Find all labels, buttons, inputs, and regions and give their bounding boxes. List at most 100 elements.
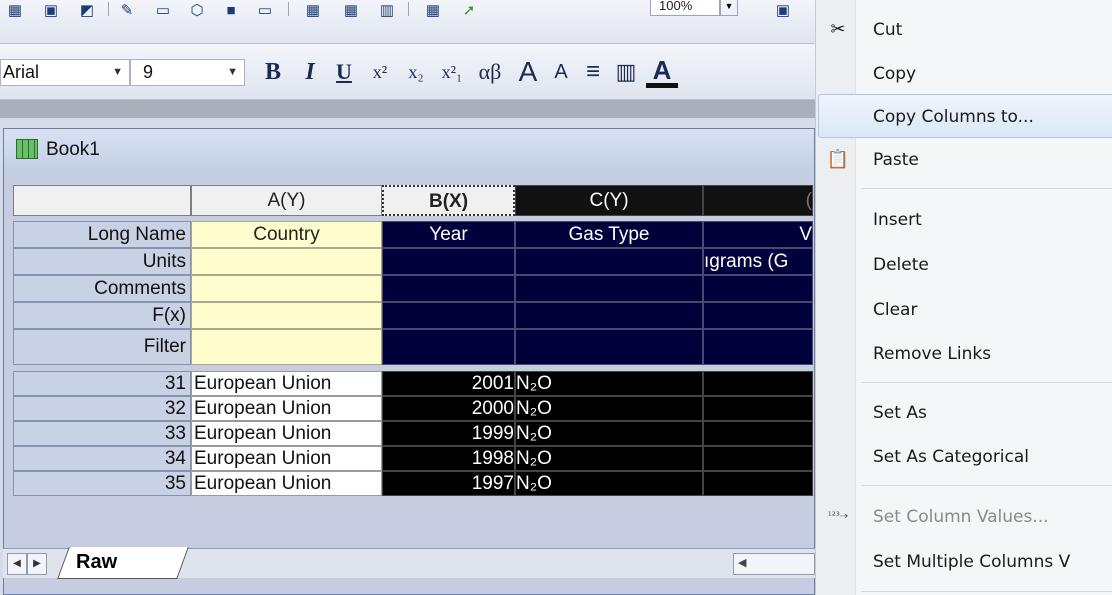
column-header-b[interactable]: B(X) [382, 185, 515, 216]
row-label-long-name[interactable]: Long Name [13, 221, 191, 248]
greek-button[interactable]: αβ [472, 58, 508, 86]
chevron-down-icon[interactable]: ▼ [227, 60, 238, 85]
table-cell-year[interactable]: 2001 [382, 371, 515, 396]
corner-header[interactable] [13, 185, 191, 216]
menu-item-copy[interactable]: Copy [816, 52, 1112, 96]
menu-item-remove-links[interactable]: Remove Links [816, 332, 1112, 376]
superscript-button[interactable]: x² [364, 58, 396, 86]
menu-item-insert[interactable]: Insert [816, 198, 1112, 242]
import-icon[interactable]: ▦ [2, 0, 28, 20]
chevron-down-icon[interactable]: ▼ [112, 60, 123, 85]
filter-cell-d[interactable] [703, 329, 813, 365]
subscript-button[interactable]: x₂ [400, 58, 432, 86]
long-name-cell-b[interactable]: Year [382, 221, 515, 248]
column-header-d[interactable]: ( [703, 185, 813, 216]
menu-item-paste[interactable]: 📋 Paste [816, 138, 1112, 182]
row-number[interactable]: 34 [13, 446, 191, 471]
scroll-left-icon[interactable]: ◀ [7, 553, 27, 575]
zoom-combobox[interactable]: 100% [650, 0, 720, 16]
add-rows-icon[interactable]: ▦ [300, 0, 326, 20]
underline-button[interactable]: U [330, 58, 358, 86]
table-cell-gas-type[interactable]: N₂O [515, 421, 703, 446]
long-name-cell-c[interactable]: Gas Type [515, 221, 703, 248]
export-icon[interactable]: ▣ [38, 0, 64, 20]
filter-cell-b[interactable] [382, 329, 515, 365]
decrease-font-button[interactable]: A [548, 58, 574, 86]
row-label-fx[interactable]: F(x) [13, 302, 191, 329]
comments-cell-b[interactable] [382, 275, 515, 302]
row-label-comments[interactable]: Comments [13, 275, 191, 302]
table-cell-year[interactable]: 1997 [382, 471, 515, 496]
workbook-titlebar[interactable]: Book1 [4, 129, 814, 173]
arrow-icon[interactable]: ➚ [456, 0, 482, 20]
table-cell-value[interactable] [703, 396, 813, 421]
supersubscript-button[interactable]: x²₁ [436, 58, 468, 86]
italic-button[interactable]: I [296, 58, 324, 86]
comments-cell-a[interactable] [191, 275, 382, 302]
sheet-icon[interactable]: ▦ [420, 0, 446, 20]
fx-cell-a[interactable] [191, 302, 382, 329]
table-cell-country[interactable]: European Union [191, 421, 382, 446]
menu-item-delete[interactable]: Delete [816, 243, 1112, 287]
filter-cell-c[interactable] [515, 329, 703, 365]
table-cell-gas-type[interactable]: N₂O [515, 471, 703, 496]
horizontal-scrollbar[interactable]: ◀ [733, 553, 815, 575]
menu-item-clear[interactable]: Clear [816, 288, 1112, 332]
sheet-tab-label[interactable]: Raw [76, 551, 117, 574]
table-cell-country[interactable]: European Union [191, 371, 382, 396]
align-icon[interactable]: ≡ [580, 58, 606, 86]
comments-cell-c[interactable] [515, 275, 703, 302]
font-color-button[interactable]: A [646, 55, 678, 88]
add-columns-icon[interactable]: ▦ [338, 0, 364, 20]
units-cell-b[interactable] [382, 248, 515, 275]
column-header-a[interactable]: A(Y) [191, 185, 382, 216]
workbook-window[interactable]: Book1 A(Y) B(X) C(Y) ( Long Name Country… [3, 128, 815, 595]
menu-item-set-as[interactable]: Set As [816, 391, 1112, 435]
row-number[interactable]: 35 [13, 471, 191, 496]
row-number[interactable]: 32 [13, 396, 191, 421]
menu-item-set-multiple-columns[interactable]: Set Multiple Columns V [816, 540, 1112, 584]
long-name-cell-d[interactable]: V [703, 221, 813, 248]
scroll-left-arrow-icon[interactable]: ◀ [738, 556, 746, 569]
comments-cell-d[interactable] [703, 275, 813, 302]
table-cell-value[interactable] [703, 446, 813, 471]
column-header-c[interactable]: C(Y) [515, 185, 703, 216]
long-name-cell-a[interactable]: Country [191, 221, 382, 248]
menu-item-set-as-categorical[interactable]: Set As Categorical [816, 435, 1112, 479]
layer-icon[interactable]: ▭ [252, 0, 278, 20]
table-cell-value[interactable] [703, 421, 813, 446]
row-number[interactable]: 33 [13, 421, 191, 446]
menu-item-cut[interactable]: ✂ Cut [816, 8, 1112, 52]
zoom-dropdown-arrow[interactable]: ▼ [720, 0, 738, 16]
table-cell-year[interactable]: 1999 [382, 421, 515, 446]
fx-cell-c[interactable] [515, 302, 703, 329]
table-cell-gas-type[interactable]: N₂O [515, 396, 703, 421]
bold-button[interactable]: B [258, 58, 288, 86]
shape-icon[interactable]: ⬡ [184, 0, 210, 20]
menu-item-set-column-values[interactable]: ¹²³⇢ Set Column Values... [816, 495, 1112, 539]
table-icon[interactable]: ▥ [374, 0, 400, 20]
units-cell-c[interactable] [515, 248, 703, 275]
pencil-icon[interactable]: ✎ [114, 0, 140, 20]
units-cell-d[interactable]: ıgrams (G [703, 248, 813, 275]
table-cell-country[interactable]: European Union [191, 396, 382, 421]
table-cell-year[interactable]: 1998 [382, 446, 515, 471]
row-label-filter[interactable]: Filter [13, 329, 191, 365]
table-cell-value[interactable] [703, 471, 813, 496]
graph-icon[interactable]: ◩ [74, 0, 100, 20]
fx-cell-b[interactable] [382, 302, 515, 329]
scroll-right-icon[interactable]: ▶ [27, 553, 47, 575]
menu-item-copy-columns-to[interactable]: Copy Columns to... [818, 94, 1112, 138]
font-size-combobox[interactable]: 9 ▼ [130, 59, 245, 86]
pattern-icon[interactable]: ▥ [612, 58, 640, 86]
table-cell-value[interactable] [703, 371, 813, 396]
row-number[interactable]: 31 [13, 371, 191, 396]
more-icon[interactable]: ▣ [770, 0, 796, 20]
increase-font-button[interactable]: A [512, 56, 544, 87]
row-label-units[interactable]: Units [13, 248, 191, 275]
camera-icon[interactable]: ■ [218, 0, 244, 20]
table-cell-gas-type[interactable]: N₂O [515, 446, 703, 471]
units-cell-a[interactable] [191, 248, 382, 275]
table-cell-gas-type[interactable]: N₂O [515, 371, 703, 396]
font-name-combobox[interactable]: Arial ▼ [0, 59, 130, 86]
